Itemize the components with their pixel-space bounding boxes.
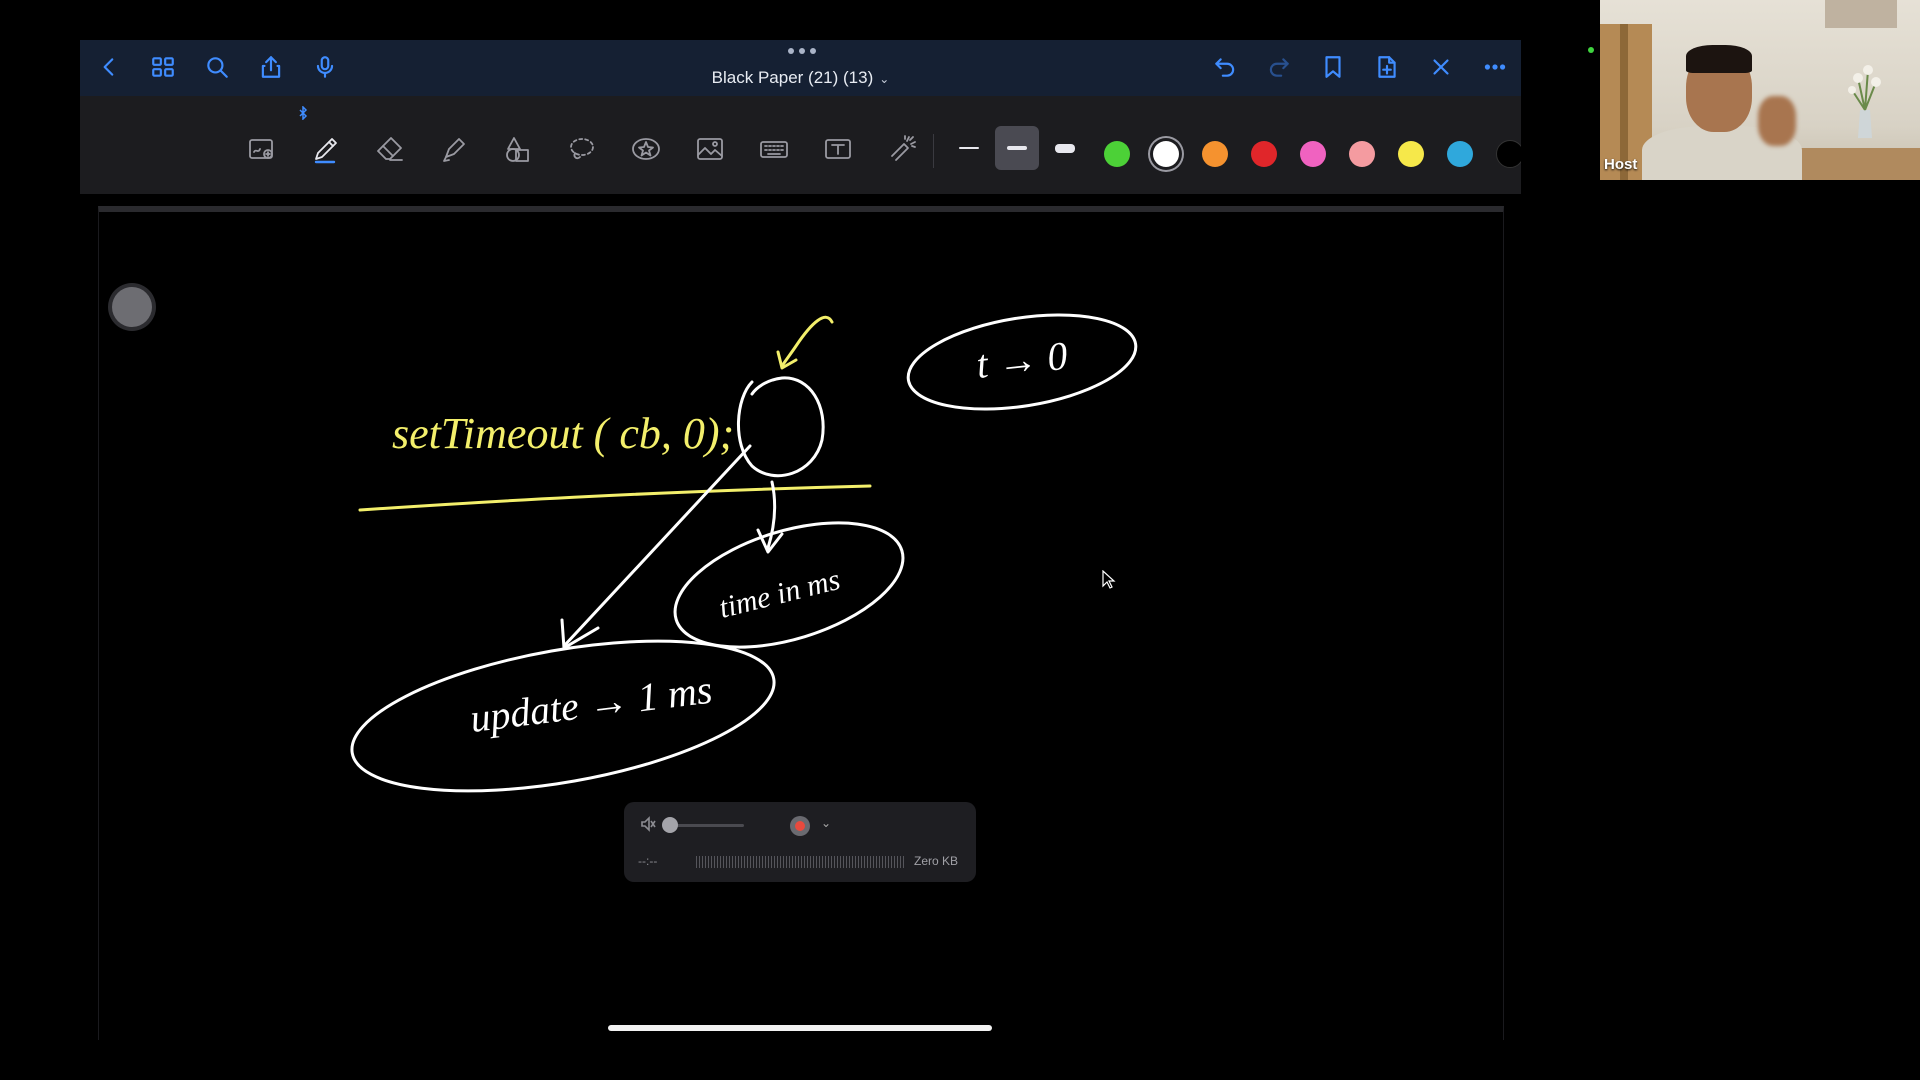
- recording-time: --:--: [638, 854, 658, 868]
- time-in-ms-text: time in ms: [716, 563, 844, 625]
- volume-slider-knob[interactable]: [662, 817, 678, 833]
- home-indicator[interactable]: [608, 1025, 992, 1031]
- underline-stroke: [358, 484, 872, 512]
- participant-hair: [1686, 45, 1752, 73]
- t-to-zero-text: t → 0: [974, 333, 1069, 387]
- assistive-touch-button[interactable]: [112, 287, 152, 327]
- down-arrow-stroke: [766, 480, 777, 550]
- participant-label: Host: [1604, 156, 1638, 173]
- screen-recorder-panel: ⌄ --:-- Zero KB: [624, 802, 976, 882]
- wall-art: [1825, 0, 1897, 28]
- flower-vase: [1848, 60, 1882, 138]
- audio-level-meter: [696, 856, 906, 868]
- participant-hand: [1758, 96, 1796, 146]
- recording-size: Zero KB: [914, 854, 959, 868]
- mute-icon[interactable]: [640, 816, 656, 832]
- chevron-down-icon[interactable]: ⌄: [821, 816, 831, 830]
- mouse-cursor-icon: [1102, 570, 1116, 589]
- update-text: update → 1 ms: [468, 667, 715, 741]
- record-button[interactable]: [790, 816, 810, 836]
- webcam-video-tile[interactable]: Host: [1600, 0, 1920, 180]
- camera-active-indicator: [1588, 47, 1594, 53]
- settimeout-text: setTimeout ( cb, 0);: [392, 409, 734, 458]
- curved-arrow-stroke: [780, 315, 834, 368]
- zero-circle-stroke: [737, 376, 825, 478]
